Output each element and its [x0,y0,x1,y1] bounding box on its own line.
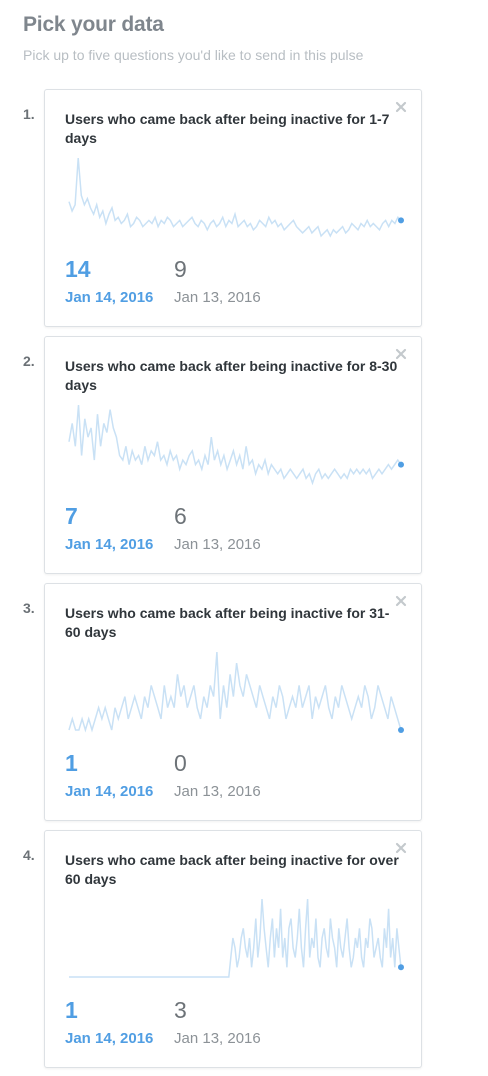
previous-date: Jan 13, 2016 [174,783,261,800]
question-card[interactable]: Users who came back after being inactive… [44,830,422,1068]
previous-value: 6 [174,503,187,529]
sparkline-latest-point [398,727,404,733]
question-card[interactable]: Users who came back after being inactive… [44,89,422,327]
close-icon[interactable] [394,100,408,114]
previous-date: Jan 13, 2016 [174,289,261,306]
page-subtitle: Pick up to five questions you'd like to … [23,47,364,63]
previous-date: Jan 13, 2016 [174,1030,261,1047]
question-number: 2. [23,353,35,369]
previous-date: Jan 13, 2016 [174,536,261,553]
current-date: Jan 14, 2016 [65,1030,154,1047]
close-icon[interactable] [394,594,408,608]
current-value: 14 [65,256,91,282]
question-number: 4. [23,847,35,863]
sparkline-latest-point [398,461,404,468]
trend-sparkline [68,404,404,486]
pulse-data-picker: Pick your data Pick up to five questions… [0,0,488,1076]
question-card[interactable]: Users who came back after being inactive… [44,583,422,821]
trend-sparkline [68,651,404,733]
sparkline-path [68,157,402,238]
question-item-1: 1. Users who came back after being inact… [0,89,488,329]
sparkline-latest-point [398,964,404,971]
close-icon[interactable] [394,841,408,855]
sparkline-path [69,898,402,978]
current-value: 1 [65,997,78,1023]
question-card[interactable]: Users who came back after being inactive… [44,336,422,574]
previous-value: 0 [174,750,187,776]
previous-value: 3 [174,997,187,1023]
sparkline-latest-point [398,217,404,224]
current-value: 7 [65,503,78,529]
current-value: 1 [65,750,78,776]
current-date: Jan 14, 2016 [65,536,154,553]
sparkline-path [68,404,402,486]
current-date: Jan 14, 2016 [65,783,154,800]
question-title: Users who came back after being inactive… [65,111,390,146]
sparkline-path [68,651,402,733]
trend-sparkline [69,898,404,978]
trend-sparkline [68,157,404,238]
close-icon[interactable] [394,347,408,361]
question-item-2: 2. Users who came back after being inact… [0,336,488,576]
page-title: Pick your data [23,13,164,36]
question-item-4: 4. Users who came back after being inact… [0,830,488,1070]
question-item-3: 3. Users who came back after being inact… [0,583,488,823]
previous-value: 9 [174,256,187,282]
question-title: Users who came back after being inactive… [65,358,398,393]
question-title: Users who came back after being inactive… [65,852,399,887]
question-number: 1. [23,106,35,122]
current-date: Jan 14, 2016 [65,289,154,306]
question-number: 3. [23,600,35,616]
question-title: Users who came back after being inactive… [65,605,390,640]
